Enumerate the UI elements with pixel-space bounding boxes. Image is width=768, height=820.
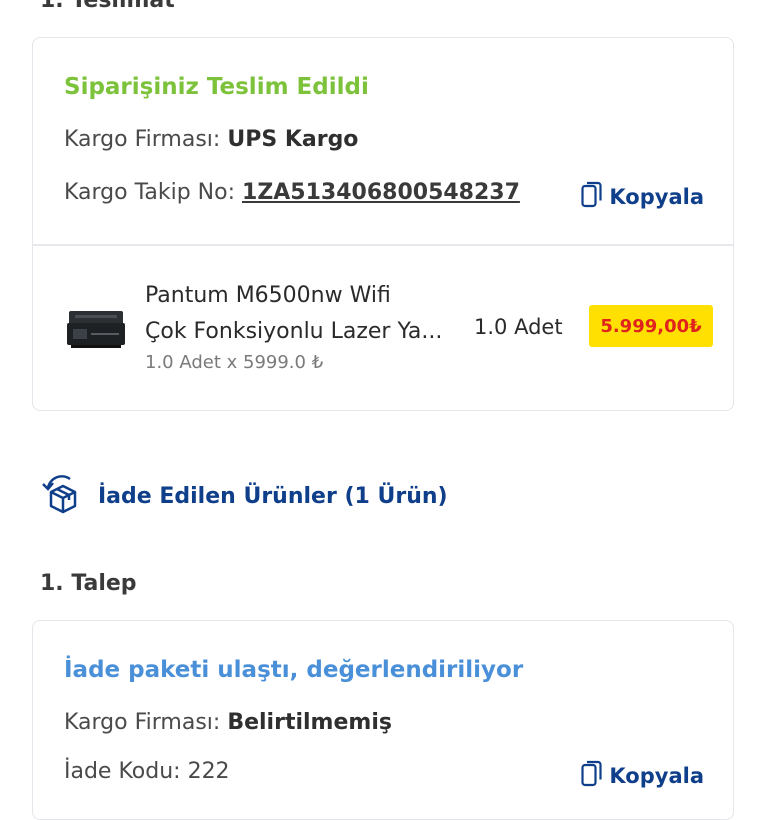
copy-label: Kopyala	[609, 184, 704, 209]
copy-icon	[581, 759, 603, 792]
tracking-row: Kargo Takip No: 1ZA513406800548237	[64, 180, 520, 205]
product-name[interactable]: Pantum M6500nw Wifi Çok Fonksiyonlu Laze…	[145, 278, 461, 350]
product-price-badge: 5.999,00₺	[589, 305, 713, 347]
return-section-title: 1. Talep	[40, 571, 137, 596]
return-carrier-label: Kargo Firması:	[64, 710, 221, 735]
product-unit-price: 1.0 Adet x 5999.0 ₺	[145, 352, 324, 373]
returned-products-link[interactable]: İade Edilen Ürünler (1 Ürün)	[40, 472, 448, 520]
tracking-number-link[interactable]: 1ZA513406800548237	[242, 180, 520, 205]
carrier-label: Kargo Firması:	[64, 127, 221, 152]
return-card: İade paketi ulaştı, değerlendiriliyor Ka…	[32, 620, 734, 820]
copy-return-code-button[interactable]: Kopyala	[581, 759, 704, 792]
product-quantity: 1.0 Adet	[474, 315, 563, 339]
carrier-value: UPS Kargo	[227, 127, 359, 152]
return-code-row: İade Kodu: 222	[64, 759, 230, 784]
return-carrier-value: Belirtilmemiş	[227, 710, 392, 735]
printer-icon	[65, 303, 127, 351]
return-box-icon	[40, 472, 82, 520]
delivery-card: Siparişiniz Teslim Edildi Kargo Firması:…	[32, 37, 734, 411]
tracking-label: Kargo Takip No:	[64, 180, 236, 205]
carrier-row: Kargo Firması: UPS Kargo	[64, 127, 358, 152]
delivery-section-title: 1. Teslimat	[40, 0, 175, 13]
copy-tracking-button[interactable]: Kopyala	[581, 180, 704, 213]
product-name-line1: Pantum M6500nw Wifi	[145, 283, 391, 308]
product-name-line2: Çok Fonksiyonlu Lazer Ya...	[145, 319, 443, 344]
delivery-status: Siparişiniz Teslim Edildi	[64, 74, 369, 100]
product-row[interactable]: Pantum M6500nw Wifi Çok Fonksiyonlu Laze…	[33, 244, 733, 410]
return-carrier-row: Kargo Firması: Belirtilmemiş	[64, 710, 392, 735]
copy-label: Kopyala	[609, 763, 704, 788]
returned-products-label: İade Edilen Ürünler (1 Ürün)	[98, 483, 448, 509]
copy-icon	[581, 180, 603, 213]
return-status: İade paketi ulaştı, değerlendiriliyor	[64, 657, 524, 683]
